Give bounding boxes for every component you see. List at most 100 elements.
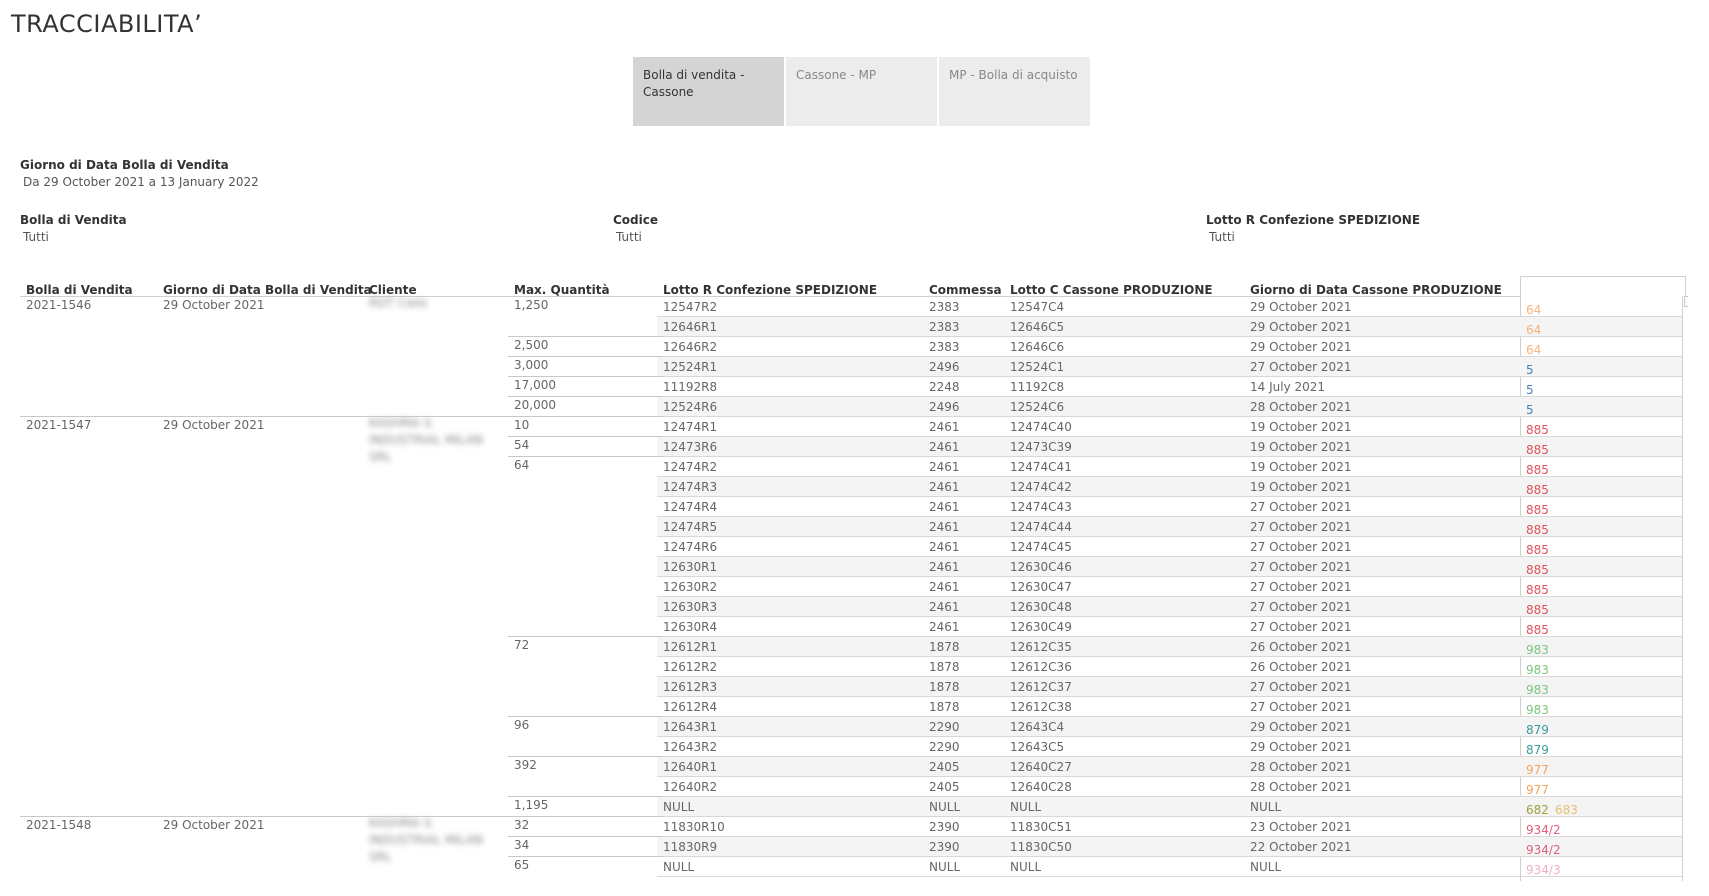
filter-codice[interactable]: Codice Tutti — [613, 212, 658, 246]
col-header-commessa[interactable]: Commessa — [929, 276, 1002, 297]
cell-lotto-c: NULL — [1010, 860, 1042, 874]
cell-lotto-r: 12630R1 — [663, 560, 718, 574]
cell-lotto-c: 12640C27 — [1010, 760, 1072, 774]
cell-giorno-cassone: 22 October 2021 — [1250, 840, 1352, 854]
cell-giorno-cassone: 29 October 2021 — [1250, 340, 1352, 354]
col-header-codes — [1520, 276, 1686, 296]
cell-commessa: 2461 — [929, 600, 960, 614]
cell-lotto-c: 11830C51 — [1010, 820, 1072, 834]
cell-lotto-r: 12630R4 — [663, 620, 718, 634]
cell-lotto-c: 12612C35 — [1010, 640, 1072, 654]
tab-mp-bolla-acquisto[interactable]: MP - Bolla di acquisto — [939, 57, 1090, 126]
cell-giorno-cassone: 27 October 2021 — [1250, 680, 1352, 694]
cell-lotto-r: 12643R2 — [663, 740, 718, 754]
cell-lotto-c: 12524C6 — [1010, 400, 1065, 414]
cell-lotto-c: 12640C28 — [1010, 780, 1072, 794]
cell-max-quantita: 34 — [514, 838, 530, 852]
filter-date-value[interactable]: Da 29 October 2021 a 13 January 2022 — [20, 174, 259, 191]
cell-giorno-cassone: 27 October 2021 — [1250, 620, 1352, 634]
cell-code-badge: 983 — [1526, 683, 1549, 697]
cell-giorno-cassone: 28 October 2021 — [1250, 780, 1352, 794]
cell-commessa: 2461 — [929, 440, 960, 454]
cell-lotto-r: NULL — [663, 860, 695, 874]
cell-lotto-c: 12474C44 — [1010, 520, 1072, 534]
cell-lotto-r: 12612R4 — [663, 700, 718, 714]
cell-max-quantita: 1,195 — [514, 798, 549, 812]
cell-max-quantita: 20,000 — [514, 398, 556, 412]
cell-commessa: 1878 — [929, 640, 960, 654]
cell-lotto-c: NULL — [1010, 800, 1042, 814]
cell-max-quantita: 54 — [514, 438, 530, 452]
cell-commessa: 1878 — [929, 680, 960, 694]
cell-bolla[interactable]: 2021-1547 — [26, 415, 91, 435]
col-header-bolla[interactable]: Bolla di Vendita — [26, 276, 133, 297]
traceability-table: Bolla di Vendita Giorno di Data Bolla di… — [20, 276, 1688, 881]
cell-max-quantita: 2,500 — [514, 338, 549, 352]
cell-commessa: 2390 — [929, 840, 960, 854]
cell-giorno-cassone: 27 October 2021 — [1250, 560, 1352, 574]
cell-lotto-r: 12474R2 — [663, 460, 718, 474]
cell-lotto-c: 12630C48 — [1010, 600, 1072, 614]
cell-commessa: 2496 — [929, 400, 960, 414]
cell-giorno-cassone: 19 October 2021 — [1250, 420, 1352, 434]
cell-giorno-bolla: 29 October 2021 — [163, 818, 265, 832]
cell-lotto-r: 12646R1 — [663, 320, 718, 334]
cell-max-quantita: 96 — [514, 718, 530, 732]
cell-bolla[interactable]: 2021-1548 — [26, 815, 91, 835]
col-header-lotto-c[interactable]: Lotto C Cassone PRODUZIONE — [1010, 276, 1213, 297]
cell-lotto-c: 12474C45 — [1010, 540, 1072, 554]
cell-lotto-c: 12646C5 — [1010, 320, 1065, 334]
quantity-divider — [508, 416, 663, 417]
scrollbar-thumb[interactable] — [1684, 296, 1688, 307]
cell-code-badge: 885 — [1526, 563, 1549, 577]
cell-lotto-c: 11830C50 — [1010, 840, 1072, 854]
col-header-max-quantita[interactable]: Max. Quantità — [514, 276, 610, 297]
col-header-giorno-cassone[interactable]: Giorno di Data Cassone PRODUZIONE — [1250, 276, 1502, 297]
cell-giorno-cassone: 27 October 2021 — [1250, 500, 1352, 514]
filter-lotto-value[interactable]: Tutti — [1206, 229, 1420, 246]
cell-commessa: 1878 — [929, 660, 960, 674]
quantity-divider — [508, 816, 663, 817]
filter-lotto[interactable]: Lotto R Confezione SPEDIZIONE Tutti — [1206, 212, 1420, 246]
filter-bolla-value[interactable]: Tutti — [20, 229, 127, 246]
cell-lotto-c: 12612C38 — [1010, 700, 1072, 714]
codes-divider — [1520, 296, 1521, 881]
cell-lotto-r: 12643R1 — [663, 720, 718, 734]
cell-lotto-r: 12474R4 — [663, 500, 718, 514]
cell-code-badge: 64 — [1526, 323, 1542, 337]
cell-code-badge: 885 — [1526, 603, 1549, 617]
vertical-scrollbar[interactable] — [1682, 296, 1688, 881]
filter-date[interactable]: Giorno di Data Bolla di Vendita Da 29 Oc… — [20, 157, 259, 191]
filter-bolla[interactable]: Bolla di Vendita Tutti — [20, 212, 127, 246]
cell-lotto-r: 12612R1 — [663, 640, 718, 654]
cell-giorno-bolla: 29 October 2021 — [163, 418, 265, 432]
cell-commessa: 2405 — [929, 780, 960, 794]
cell-lotto-c: 12646C6 — [1010, 340, 1065, 354]
col-header-giorno-bolla[interactable]: Giorno di Data Bolla di Vendita — [163, 276, 372, 297]
tab-bolla-vendita-cassone[interactable]: Bolla di vendita - Cassone — [633, 57, 784, 126]
cell-giorno-cassone: 19 October 2021 — [1250, 440, 1352, 454]
cell-lotto-c: 12473C39 — [1010, 440, 1072, 454]
cell-lotto-c: 12547C4 — [1010, 300, 1065, 314]
cell-commessa: 2461 — [929, 480, 960, 494]
cell-commessa: 2461 — [929, 500, 960, 514]
cell-lotto-r: 11830R10 — [663, 820, 725, 834]
cell-lotto-c: 12474C40 — [1010, 420, 1072, 434]
cell-lotto-c: 12643C4 — [1010, 720, 1065, 734]
tab-cassone-mp[interactable]: Cassone - MP — [786, 57, 937, 126]
cell-commessa: NULL — [929, 800, 961, 814]
cell-lotto-r: 12474R3 — [663, 480, 718, 494]
col-header-lotto-r[interactable]: Lotto R Confezione SPEDIZIONE — [663, 276, 877, 297]
cell-bolla[interactable]: 2021-1546 — [26, 295, 91, 315]
cell-max-quantita: 1,250 — [514, 298, 549, 312]
cell-max-quantita: 72 — [514, 638, 530, 652]
cell-lotto-r: 12640R2 — [663, 780, 718, 794]
cell-commessa: 2496 — [929, 360, 960, 374]
cell-commessa: 2383 — [929, 300, 960, 314]
cell-lotto-r: 12612R3 — [663, 680, 718, 694]
group-divider — [20, 816, 508, 817]
cell-lotto-c: 12612C36 — [1010, 660, 1072, 674]
cell-lotto-r: 12474R1 — [663, 420, 718, 434]
col-header-cliente[interactable]: Cliente — [369, 276, 417, 297]
filter-codice-value[interactable]: Tutti — [613, 229, 658, 246]
